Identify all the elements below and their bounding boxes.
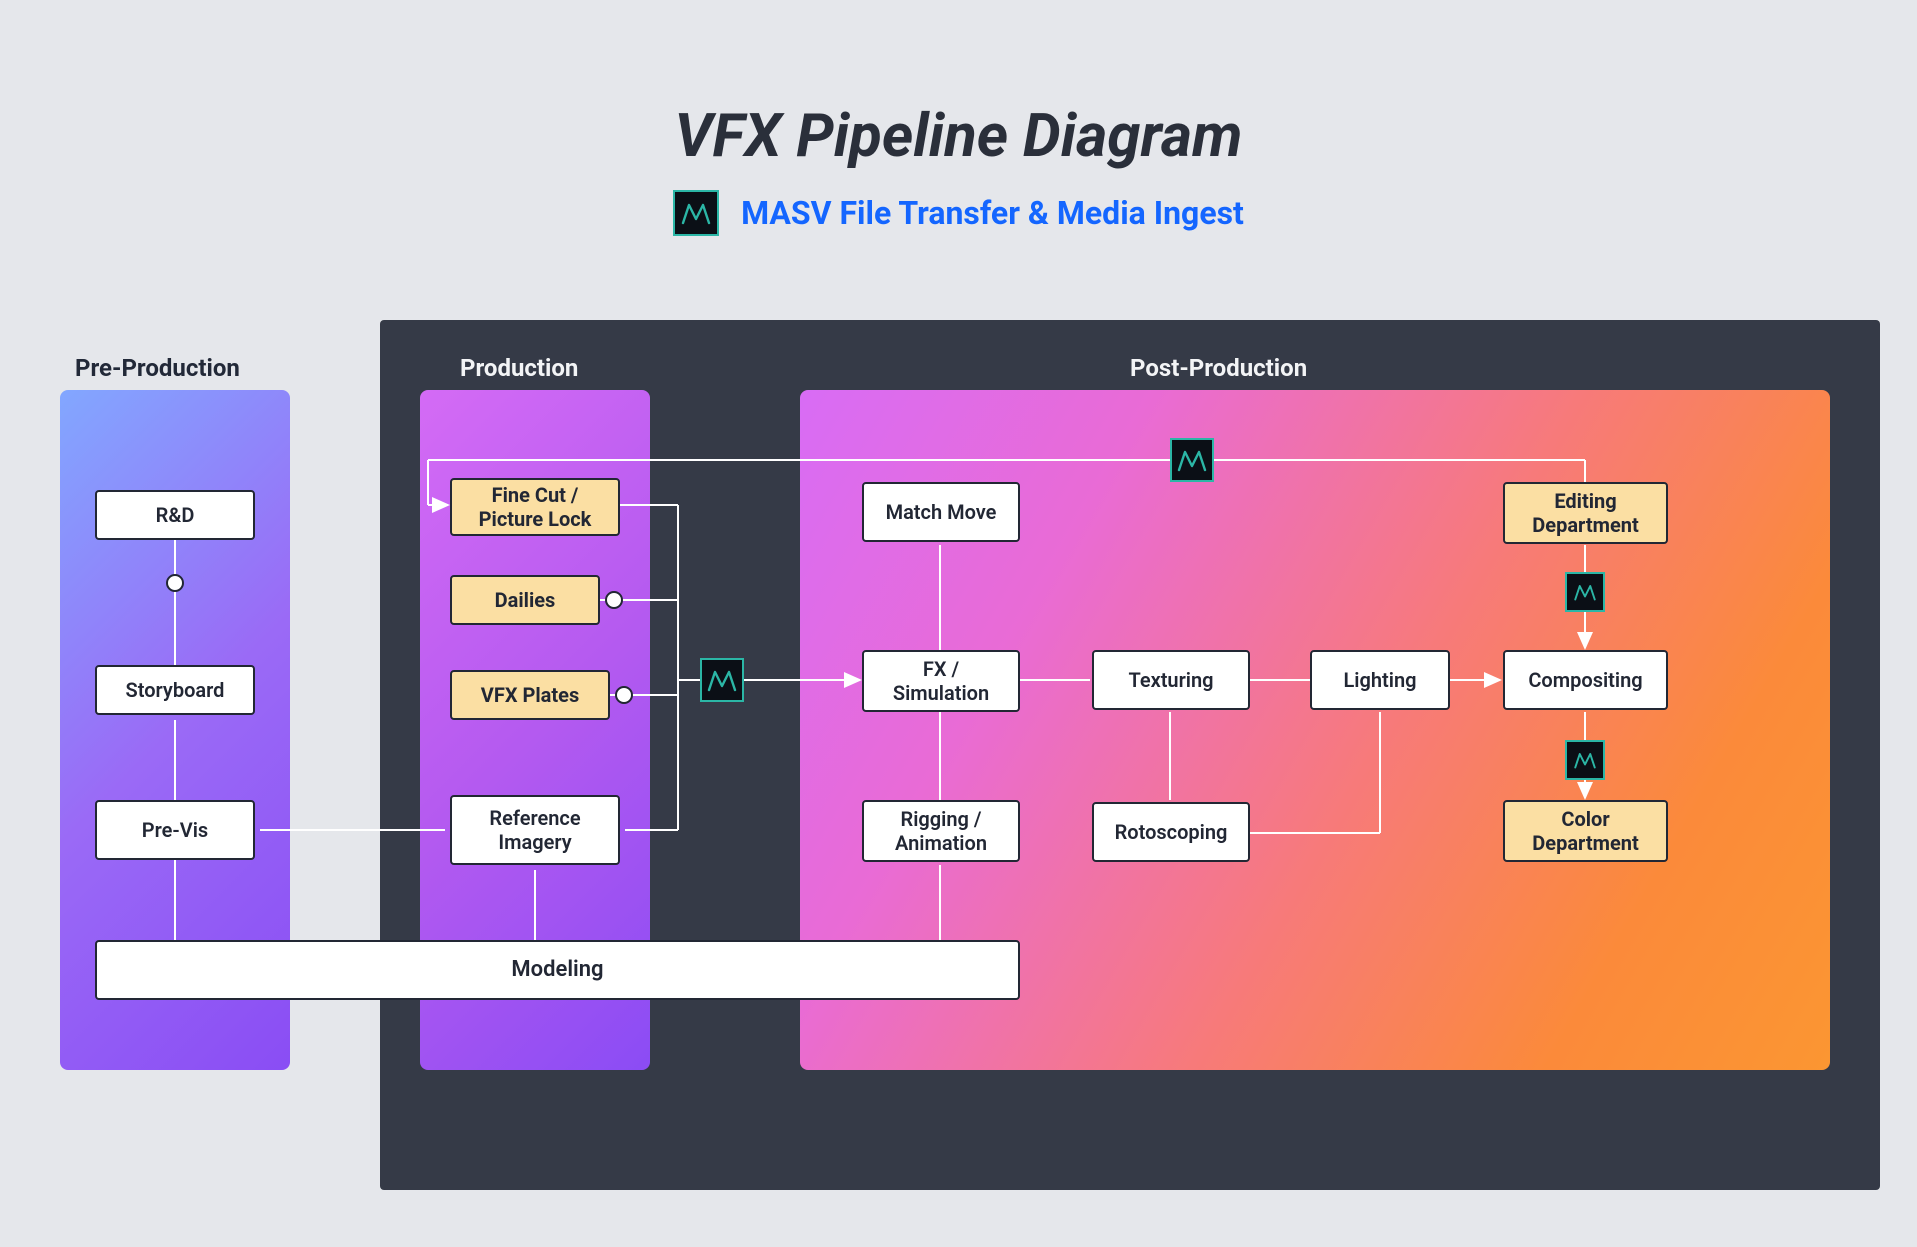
masv-logo-icon [673,190,719,236]
node-texturing: Texturing [1092,650,1250,710]
subtitle-row: MASV File Transfer & Media Ingest [0,190,1917,236]
masv-logo-icon [1565,572,1605,612]
node-editing: Editing Department [1503,482,1668,544]
section-label-postprod: Post-Production [1130,354,1307,382]
node-compositing: Compositing [1503,650,1668,710]
diagram-canvas: VFX Pipeline Diagram MASV File Transfer … [0,0,1917,1247]
node-color: Color Department [1503,800,1668,862]
node-refimg: Reference Imagery [450,795,620,865]
node-rd: R&D [95,490,255,540]
section-label-preprod: Pre-Production [75,354,240,382]
node-rotoscoping: Rotoscoping [1092,802,1250,862]
node-modeling: Modeling [95,940,1020,1000]
node-finecut: Fine Cut / Picture Lock [450,478,620,536]
masv-logo-icon [700,658,744,702]
node-vfxplates: VFX Plates [450,670,610,720]
masv-logo-icon [1565,740,1605,780]
node-dailies: Dailies [450,575,600,625]
subtitle-text: MASV File Transfer & Media Ingest [741,194,1244,232]
node-lighting: Lighting [1310,650,1450,710]
page-title: VFX Pipeline Diagram [0,100,1917,171]
node-storyboard: Storyboard [95,665,255,715]
node-rigging: Rigging / Animation [862,800,1020,862]
section-label-prod: Production [460,354,578,382]
masv-logo-icon [1170,438,1214,482]
node-fxsim: FX / Simulation [862,650,1020,712]
node-matchmove: Match Move [862,482,1020,542]
node-previs: Pre-Vis [95,800,255,860]
